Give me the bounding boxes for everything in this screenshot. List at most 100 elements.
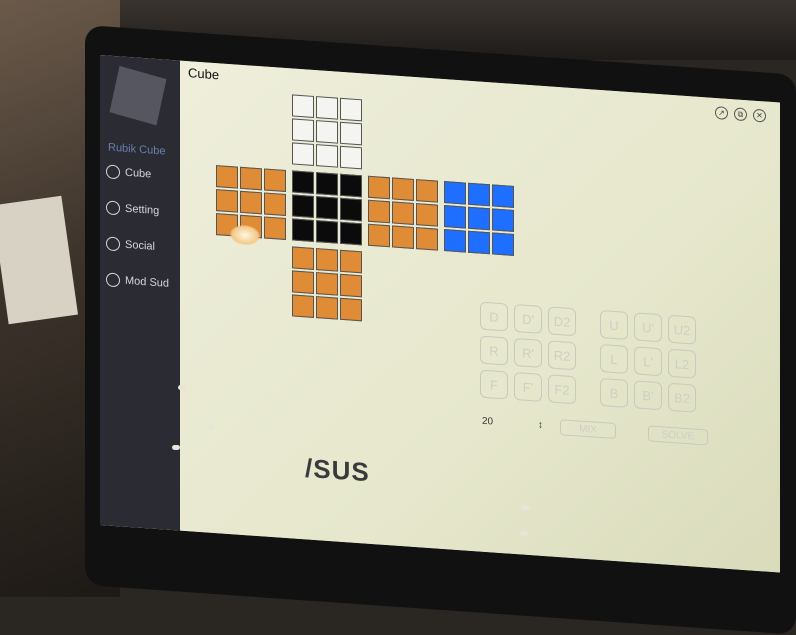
sidebar-item-label: Setting bbox=[125, 202, 160, 218]
main-panel: Cube ↗ ⧉ ✕ D D' D2 R R' R2 F F' F2 U U' U2 L L' L2 B B' B… bbox=[180, 60, 780, 573]
status-led bbox=[520, 531, 528, 536]
social-icon bbox=[106, 236, 120, 252]
move-button[interactable]: D' bbox=[514, 303, 542, 334]
sidebar-item-social[interactable]: Social bbox=[106, 231, 178, 260]
cube-cell bbox=[416, 179, 438, 203]
sidebar-app-name: Rubik Cube bbox=[108, 141, 166, 158]
cube-cell bbox=[492, 232, 514, 256]
cube-cell bbox=[292, 94, 314, 118]
cube-cell bbox=[444, 205, 466, 229]
cube-cell bbox=[292, 246, 314, 270]
cube-cell bbox=[444, 229, 466, 253]
solve-button[interactable]: SOLVE bbox=[648, 425, 708, 446]
cube-cell bbox=[316, 172, 338, 196]
cube-cell bbox=[292, 118, 314, 142]
move-button[interactable]: U2 bbox=[668, 314, 696, 345]
cube-cell bbox=[340, 145, 362, 170]
cube-cell bbox=[316, 96, 338, 120]
cube-cell bbox=[340, 221, 362, 246]
cube-cell bbox=[392, 201, 414, 225]
cube-cell bbox=[316, 120, 338, 144]
move-button[interactable]: U' bbox=[634, 312, 662, 343]
status-led bbox=[522, 505, 530, 510]
cube-cell bbox=[416, 227, 438, 251]
move-button[interactable]: U bbox=[600, 309, 628, 340]
cube-cell bbox=[368, 223, 390, 248]
cube-cell bbox=[340, 297, 362, 322]
resize-icon[interactable]: ↗ bbox=[715, 106, 728, 120]
move-button[interactable]: L bbox=[600, 343, 628, 374]
move-button[interactable]: F2 bbox=[548, 374, 576, 405]
cube-cell bbox=[368, 199, 390, 224]
cube-cell bbox=[316, 296, 338, 320]
cube-cell bbox=[316, 144, 338, 168]
move-button[interactable]: B' bbox=[634, 380, 662, 411]
cube-logo-icon bbox=[109, 65, 167, 126]
cube-cell bbox=[340, 173, 362, 198]
cube-cell bbox=[368, 175, 390, 200]
cube-cell bbox=[316, 220, 338, 244]
move-button[interactable]: R' bbox=[514, 337, 542, 368]
mix-stepper-icon[interactable]: ↕ bbox=[538, 420, 543, 431]
move-button[interactable]: B2 bbox=[668, 382, 696, 413]
move-button[interactable]: R2 bbox=[548, 340, 576, 371]
move-button[interactable]: F bbox=[480, 369, 508, 400]
cube-cell bbox=[340, 249, 362, 274]
cube-cell bbox=[292, 294, 314, 318]
mix-button[interactable]: MIX bbox=[560, 419, 616, 440]
cube-cell bbox=[340, 197, 362, 222]
sidebar-item-label: Mod Sud bbox=[125, 274, 170, 290]
move-button[interactable]: L2 bbox=[668, 348, 696, 379]
cube-cell bbox=[316, 248, 338, 272]
cube-face-right bbox=[368, 175, 438, 251]
cube-cell bbox=[264, 216, 286, 241]
cube-cell bbox=[492, 208, 514, 232]
screen: Rubik Cube Cube Setting Social Mod Sud C… bbox=[100, 55, 780, 573]
cube-cell bbox=[340, 121, 362, 146]
move-button[interactable]: L' bbox=[634, 346, 662, 377]
status-led bbox=[172, 445, 180, 450]
close-icon[interactable]: ✕ bbox=[753, 108, 766, 123]
cube-cell bbox=[316, 272, 338, 296]
cube-cell bbox=[292, 142, 314, 166]
sidebar-item-mod[interactable]: Mod Sud bbox=[106, 267, 178, 296]
mix-count[interactable]: 20 bbox=[482, 416, 493, 428]
move-button[interactable]: R bbox=[480, 335, 508, 366]
restore-icon[interactable]: ⧉ bbox=[734, 107, 747, 122]
move-button[interactable]: D2 bbox=[548, 306, 576, 337]
cube-cell bbox=[240, 166, 262, 191]
cube-cell bbox=[340, 97, 362, 122]
status-led bbox=[178, 385, 186, 390]
status-led bbox=[207, 425, 215, 430]
move-button[interactable]: D bbox=[480, 301, 508, 332]
cube-cell bbox=[392, 225, 414, 249]
cube-cell bbox=[216, 165, 238, 189]
window-controls: ↗ ⧉ ✕ bbox=[715, 106, 766, 123]
cube-icon bbox=[106, 164, 120, 180]
cube-cell bbox=[416, 203, 438, 227]
cube-cell bbox=[492, 184, 514, 208]
cube-cell bbox=[468, 182, 490, 207]
cube-cell bbox=[264, 168, 286, 193]
sidebar-item-setting[interactable]: Setting bbox=[106, 195, 178, 224]
cube-cell bbox=[292, 194, 314, 218]
sidebar-item-label: Social bbox=[125, 238, 155, 253]
sidebar: Rubik Cube Cube Setting Social Mod Sud bbox=[100, 55, 180, 531]
cube-cell bbox=[468, 206, 490, 231]
cube-cell bbox=[316, 196, 338, 220]
cube-cell bbox=[216, 189, 238, 213]
cube-cell bbox=[292, 170, 314, 194]
cube-face-back bbox=[444, 181, 514, 256]
gear-icon bbox=[106, 200, 120, 216]
cube-cell bbox=[240, 190, 262, 215]
move-button[interactable]: B bbox=[600, 377, 628, 408]
mod-icon bbox=[106, 272, 120, 288]
sidebar-item-cube[interactable]: Cube bbox=[106, 159, 178, 188]
sidebar-item-label: Cube bbox=[125, 166, 152, 181]
asus-logo: /SUS bbox=[305, 452, 370, 488]
page-title: Cube bbox=[188, 65, 220, 83]
cube-face-bottom bbox=[292, 246, 362, 322]
move-button[interactable]: F' bbox=[514, 371, 542, 402]
cube-cell bbox=[468, 230, 490, 255]
cube-cell bbox=[340, 273, 362, 298]
